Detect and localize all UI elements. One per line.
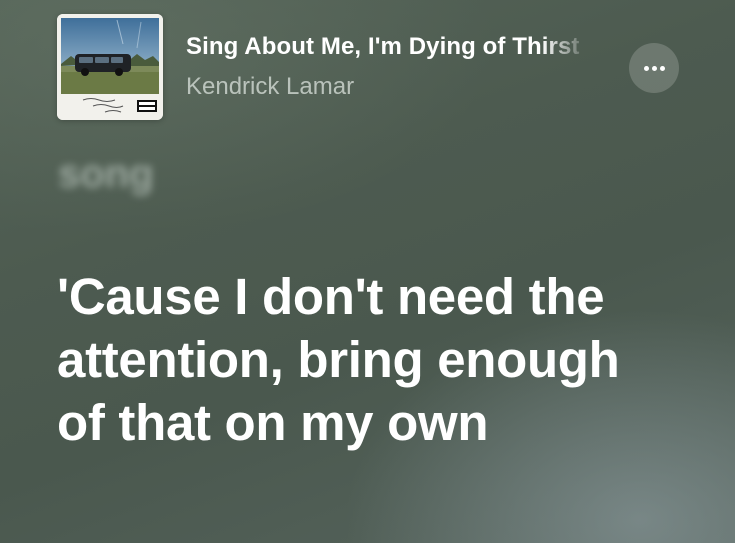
album-cover-art xyxy=(57,14,163,120)
now-playing-header: Sing About Me, I'm Dying of Thirst Kendr… xyxy=(0,0,735,130)
current-lyric-line[interactable]: 'Cause I don't need the attention, bring… xyxy=(57,265,677,454)
more-options-button[interactable] xyxy=(629,43,679,93)
artist-name[interactable]: Kendrick Lamar xyxy=(186,73,354,101)
previous-lyric-line[interactable]: song xyxy=(58,152,154,197)
song-title[interactable]: Sing About Me, I'm Dying of Thirst xyxy=(186,33,590,67)
ellipsis-icon xyxy=(643,65,665,71)
album-art[interactable] xyxy=(57,14,163,120)
